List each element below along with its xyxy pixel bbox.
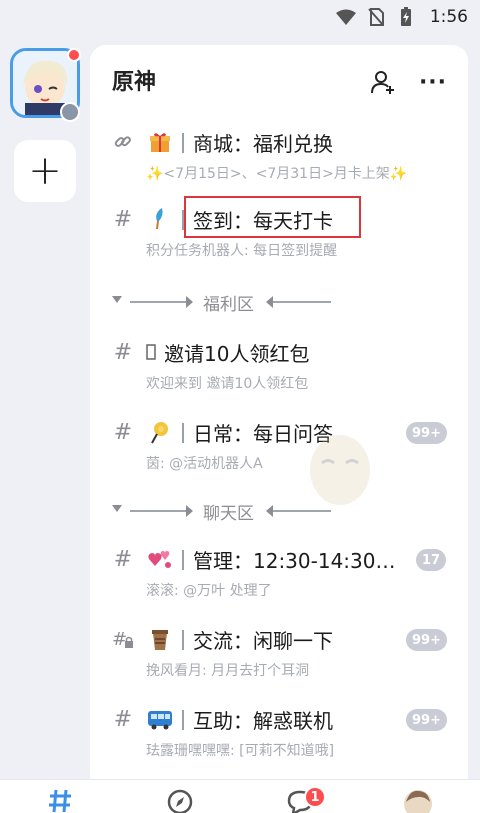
hash-icon <box>49 789 71 813</box>
wifi-icon <box>335 8 356 26</box>
divider <box>273 301 331 303</box>
separator <box>182 630 184 650</box>
decor-triangle <box>266 296 273 308</box>
chevron-down-icon <box>112 505 122 512</box>
decor-triangle <box>186 505 193 517</box>
unread-badge: 99+ <box>406 629 447 651</box>
tab-channels[interactable] <box>40 788 80 813</box>
category-name: 聊天区 <box>203 504 254 524</box>
channel-name: 交流：闲聊一下 <box>193 629 333 653</box>
avatar <box>404 790 432 813</box>
placeholder-glyph <box>146 339 156 365</box>
svg-text:#: # <box>112 629 127 650</box>
decor-triangle <box>186 296 193 308</box>
decor-triangle <box>266 505 273 517</box>
unread-badge: 99+ <box>406 422 447 444</box>
chevron-down-icon <box>112 296 122 303</box>
channel-item[interactable]: # 交流：闲聊一下 挽风看月: 月月去打个耳洞 99+ <box>90 622 468 694</box>
channel-item[interactable]: # 互助：解惑联机 珐露珊嘿嘿嘿: [可莉不知道哦] 99+ <box>90 702 468 774</box>
tab-discover[interactable] <box>160 788 200 813</box>
separator <box>182 550 184 570</box>
channel-name: 商城：福利兑换 <box>193 132 333 156</box>
category-header[interactable]: 聊天区 <box>90 497 468 527</box>
channel-name: 管理：12:30-14:30滚... <box>193 549 408 573</box>
hash-icon: # <box>113 206 133 232</box>
add-server-button[interactable]: + <box>14 140 76 202</box>
locked-hash-icon: # <box>112 626 134 652</box>
server-rail: + <box>0 34 90 779</box>
bottom-tab-bar <box>0 779 480 813</box>
channel-preview: 滚滚: @万叶 处理了 <box>146 583 272 599</box>
category-header[interactable]: 福利区 <box>90 288 468 318</box>
watermark-mascot <box>310 435 370 505</box>
unread-badge: 99+ <box>406 709 447 731</box>
bus-icon <box>146 706 174 732</box>
channel-preview: 珐露珊嘿嘿嘿: [可莉不知道哦] <box>146 743 335 759</box>
hash-icon: # <box>113 706 133 732</box>
gift-icon <box>146 129 174 155</box>
feather-icon <box>146 206 174 232</box>
notification-badge: 1 <box>304 786 326 808</box>
more-button[interactable]: ··· <box>418 67 448 97</box>
hash-icon: # <box>113 419 133 445</box>
tab-profile[interactable] <box>398 788 438 813</box>
hearts-icon <box>146 546 174 572</box>
hash-icon: # <box>113 339 133 365</box>
channel-panel: 原神 ··· 商城：福利兑换 ✨<7月15日>、<7月31日>月卡上架✨ # 签… <box>90 45 468 785</box>
link-icon <box>112 129 134 155</box>
channel-item[interactable]: # 管理：12:30-14:30滚... 滚滚: @万叶 处理了 17 <box>90 542 468 614</box>
separator <box>182 133 184 153</box>
add-user-icon <box>371 71 394 94</box>
channel-preview: 茵: @活动机器人A <box>146 456 263 472</box>
no-sim-icon <box>366 8 386 26</box>
channel-name: 互助：解惑联机 <box>193 709 333 733</box>
channel-preview: 挽风看月: 月月去打个耳洞 <box>146 663 310 679</box>
guild-header: 原神 <box>90 45 468 115</box>
compass-icon <box>167 789 193 813</box>
separator <box>182 710 184 730</box>
channel-name: 邀请10人领红包 <box>164 342 310 366</box>
highlight-box <box>184 196 361 238</box>
channel-preview: 欢迎来到 邀请10人领红包 <box>146 376 309 392</box>
channel-item[interactable]: 商城：福利兑换 ✨<7月15日>、<7月31日>月卡上架✨ <box>90 125 468 197</box>
channel-item[interactable]: # 日常：每日问答 茵: @活动机器人A 99+ <box>90 415 468 487</box>
divider <box>130 510 186 512</box>
drink-icon <box>146 626 174 652</box>
divider <box>130 301 186 303</box>
category-name: 福利区 <box>203 295 254 315</box>
separator <box>182 423 184 443</box>
unread-badge: 17 <box>416 549 447 571</box>
lollipop-icon <box>146 419 174 445</box>
hash-icon: # <box>113 546 133 572</box>
clock: 1:56 <box>429 7 468 27</box>
channel-item[interactable]: # 邀请10人领红包 欢迎来到 邀请10人领红包 <box>90 335 468 407</box>
status-bar: 1:56 <box>0 0 480 34</box>
unread-dot <box>67 48 81 62</box>
channel-preview: 积分任务机器人: 每日签到提醒 <box>146 243 338 259</box>
add-member-button[interactable] <box>368 67 398 97</box>
voice-icon <box>60 102 80 122</box>
guild-title: 原神 <box>112 70 157 95</box>
channel-preview: ✨<7月15日>、<7月31日>月卡上架✨ <box>146 166 408 182</box>
battery-charging-icon <box>396 7 416 26</box>
more-icon: ··· <box>418 69 448 95</box>
